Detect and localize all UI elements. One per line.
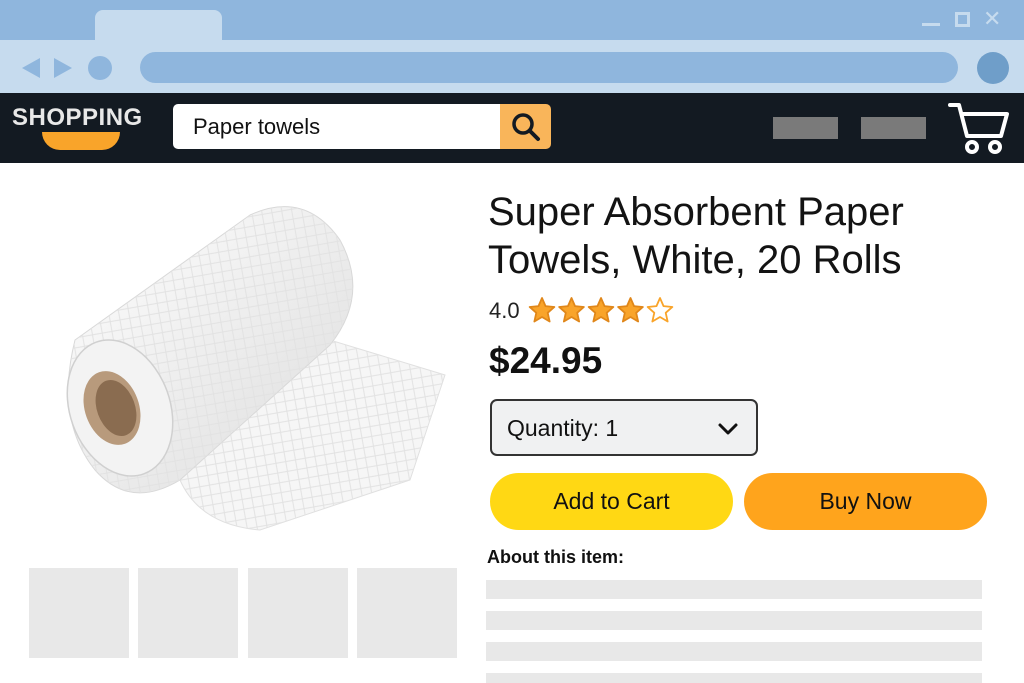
star-rating[interactable] [528,295,678,325]
back-icon[interactable] [22,58,40,78]
about-text-line [486,611,982,630]
cart-icon [948,103,1009,154]
thumbnail-2[interactable] [138,568,238,658]
forward-icon[interactable] [54,58,72,78]
star-empty-icon [646,297,674,323]
product-image[interactable] [30,180,460,550]
star-filled-icon [558,297,585,323]
product-title-line-1: Super Absorbent Paper [488,190,904,234]
product-price: $24.95 [489,340,603,381]
search-icon [512,113,540,141]
rating-value: 4.0 [489,298,520,323]
quantity-select[interactable]: Quantity: 1 [490,399,758,456]
thumbnail-1[interactable] [29,568,129,658]
maximize-icon[interactable] [955,12,970,27]
header-link-orders[interactable] [861,117,926,139]
search-input[interactable] [173,104,501,149]
site-logo[interactable]: SHOPPING [12,104,143,132]
reload-button[interactable] [88,56,112,80]
quantity-label: Quantity: 1 [507,415,619,441]
thumbnail-4[interactable] [357,568,457,658]
about-heading: About this item: [487,547,624,567]
buy-now-button[interactable]: Buy Now [744,473,987,530]
address-bar[interactable] [140,52,958,83]
star-filled-icon [617,297,644,323]
star-filled-icon [528,297,556,323]
product-title-line-2: Towels, White, 20 Rolls [488,238,902,282]
logo-smile-icon [42,132,120,150]
minimize-icon[interactable] [922,23,940,26]
chevron-down-icon [718,423,738,435]
add-to-cart-button[interactable]: Add to Cart [490,473,733,530]
browser-tab[interactable] [95,10,222,42]
about-text-line [486,673,982,683]
about-text-line [486,642,982,661]
star-filled-icon [587,297,615,323]
product-title: Super Absorbent Paper Towels, White, 20 … [488,188,998,284]
search-button[interactable] [500,104,551,149]
thumbnail-3[interactable] [248,568,348,658]
header-link-account[interactable] [773,117,838,139]
about-text-line [486,580,982,599]
cart-button[interactable] [947,100,1011,156]
profile-avatar[interactable] [977,52,1009,84]
close-icon[interactable]: ✕ [983,8,1001,32]
